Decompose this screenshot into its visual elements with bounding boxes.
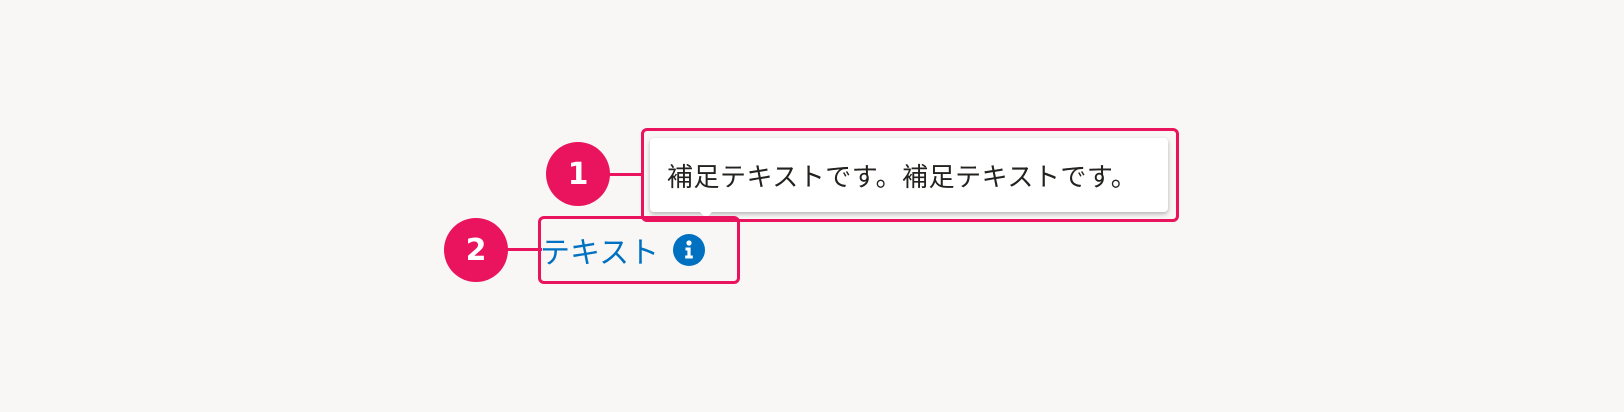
help-text-trigger[interactable]: テキスト (540, 222, 706, 278)
annotation-marker-1: 1 (546, 142, 610, 206)
info-icon[interactable] (673, 234, 706, 266)
tooltip-text: 補足テキストです。補足テキストです。 (667, 162, 1138, 193)
annotation-marker-2: 2 (444, 218, 508, 282)
tooltip: 補足テキストです。補足テキストです。 (650, 138, 1168, 212)
trigger-label[interactable]: テキスト (540, 228, 659, 272)
